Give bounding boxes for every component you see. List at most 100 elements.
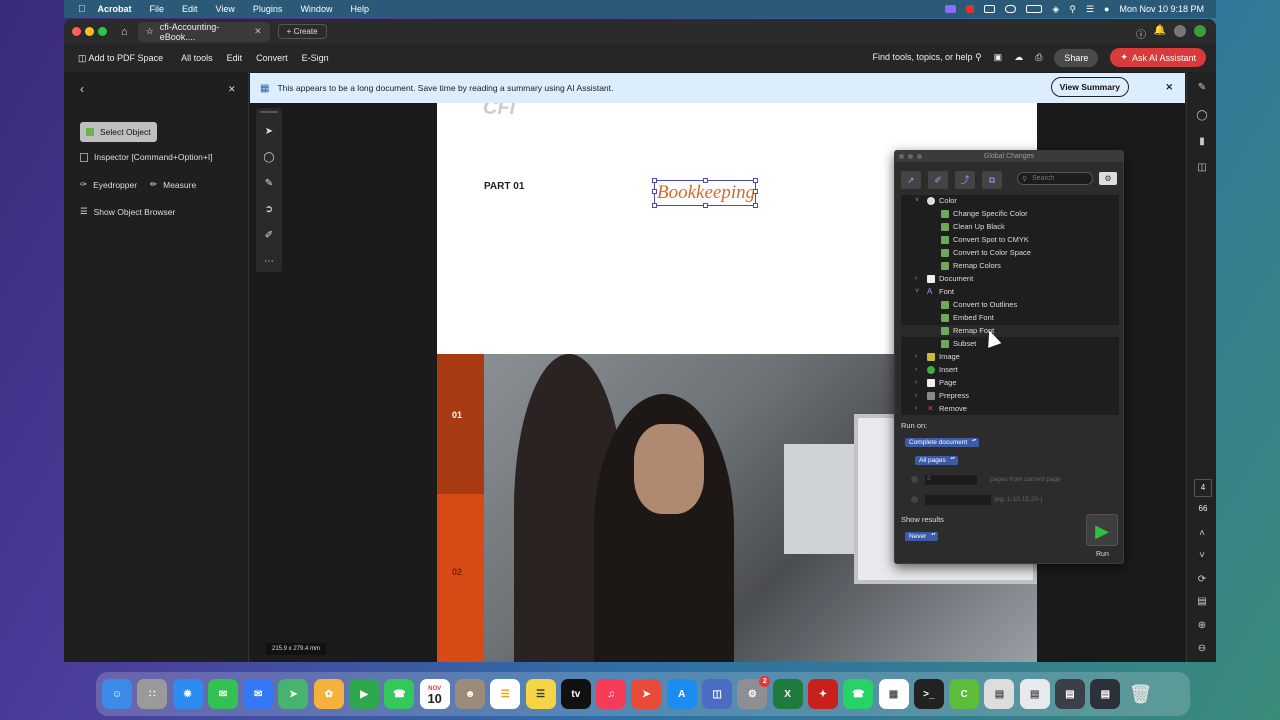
green-app-icon[interactable]: C xyxy=(949,679,980,709)
facetime-icon[interactable]: ▶ xyxy=(349,679,380,709)
page-up-chevron-icon[interactable]: ˄ xyxy=(1195,527,1209,541)
chevron-right-icon[interactable]: › xyxy=(915,351,923,363)
sign-icon[interactable]: ✐ xyxy=(263,230,275,242)
highlight-pen-icon[interactable]: ✎ xyxy=(263,178,275,190)
finder-icon[interactable]: ☺ xyxy=(102,679,132,709)
photos-icon[interactable]: ✿ xyxy=(313,679,344,709)
find-tools-search[interactable]: Find tools, topics, or help ⚲ xyxy=(873,52,982,63)
esign-button[interactable]: E-Sign xyxy=(302,53,329,63)
numbers-icon[interactable]: ▦ xyxy=(878,679,909,709)
trash-icon[interactable]: 🗑 xyxy=(1126,679,1156,709)
downloads-folder-icon[interactable]: ▤ xyxy=(1019,679,1050,709)
selection-handle[interactable] xyxy=(652,203,657,208)
tree-category-document[interactable]: › Document xyxy=(915,273,973,285)
save-icon[interactable]: ▣ xyxy=(994,52,1003,63)
select-arrow-icon[interactable]: ➤ xyxy=(263,126,275,138)
page-down-chevron-icon[interactable]: ˅ xyxy=(1195,549,1209,563)
bookkeeping-title[interactable]: Bookkeeping xyxy=(657,182,755,204)
screen-record-icon[interactable] xyxy=(945,5,957,13)
star-icon[interactable]: ☆ xyxy=(146,26,154,37)
pages-icon[interactable]: ◫ xyxy=(1195,161,1209,175)
ask-ai-assistant-button[interactable]: ✦ Ask AI Assistant xyxy=(1110,48,1206,67)
more-tools-icon[interactable]: ⋯ xyxy=(263,256,275,268)
apple-icon[interactable]:  xyxy=(78,4,86,15)
selection-handle[interactable] xyxy=(753,203,758,208)
rocket-app-icon[interactable]: ➤ xyxy=(631,679,662,709)
menubar-clock[interactable]: Mon Nov 10 9:18 PM xyxy=(1119,4,1204,14)
minimize-window-button[interactable] xyxy=(85,27,94,36)
zoom-window-button[interactable] xyxy=(98,27,107,36)
sync-status-icon[interactable] xyxy=(1194,25,1206,37)
menu-app-name[interactable]: Acrobat xyxy=(98,4,132,14)
add-to-pdf-space-button[interactable]: ◫ Add to PDF Space xyxy=(78,53,163,64)
page-range-input[interactable] xyxy=(925,495,991,505)
siri-icon[interactable]: ● xyxy=(1104,4,1109,14)
tree-item-subset[interactable]: Subset xyxy=(941,338,976,350)
close-panel-icon[interactable]: ✕ xyxy=(228,84,236,95)
bluetooth-file-icon[interactable]: ◫ xyxy=(702,679,733,709)
toolbar-grip[interactable] xyxy=(260,111,278,113)
menu-window[interactable]: Window xyxy=(300,4,332,14)
fixup-curve-icon[interactable]: ⤴ xyxy=(955,171,975,189)
messages-icon[interactable]: ✉ xyxy=(207,679,238,709)
tree-category-prepress[interactable]: › Prepress xyxy=(915,390,969,402)
avatar[interactable] xyxy=(1174,25,1186,37)
tree-item-clean-up-black[interactable]: Clean Up Black xyxy=(941,221,1005,233)
chevron-right-icon[interactable]: › xyxy=(915,273,923,285)
whatsapp-icon[interactable]: ☎ xyxy=(843,679,874,709)
spotlight-search-icon[interactable]: ⚲ xyxy=(1069,4,1076,15)
selection-handle[interactable] xyxy=(652,189,657,194)
safari-icon[interactable]: ✹ xyxy=(172,679,203,709)
fixup-wand-icon[interactable]: ➚ xyxy=(901,171,921,189)
help-icon[interactable]: ⓘ xyxy=(1136,26,1146,41)
add-comment-icon[interactable]: ◯ xyxy=(263,152,275,164)
all-tools-button[interactable]: All tools xyxy=(181,53,213,63)
contacts-icon[interactable]: ☻ xyxy=(454,679,485,709)
cloud-icon[interactable] xyxy=(984,5,996,13)
tree-item-remap-colors[interactable]: Remap Colors xyxy=(941,260,1001,272)
show-results-select[interactable]: Never xyxy=(905,532,939,541)
tree-category-insert[interactable]: › Insert xyxy=(915,364,958,376)
tree-category-image[interactable]: › Image xyxy=(915,351,960,363)
menu-edit[interactable]: Edit xyxy=(182,4,198,14)
rotate-icon[interactable]: ⟳ xyxy=(1195,573,1209,587)
screenshot-stack-icon[interactable]: ▤ xyxy=(1055,679,1086,709)
edit-button[interactable]: Edit xyxy=(227,53,243,63)
select-object-button[interactable]: Select Object xyxy=(80,122,157,142)
zoom-in-icon[interactable]: ⊕ xyxy=(1195,619,1209,633)
terminal-icon[interactable]: >_ xyxy=(913,679,944,709)
fixup-search-input[interactable]: ⚲ Search xyxy=(1017,172,1093,185)
tree-item-embed-font[interactable]: Embed Font xyxy=(941,312,994,324)
selection-handle[interactable] xyxy=(753,189,758,194)
mail-icon[interactable]: ✉ xyxy=(243,679,274,709)
tree-category-page[interactable]: › Page xyxy=(915,377,957,389)
pages-select[interactable]: All pages xyxy=(915,456,958,465)
chevron-right-icon[interactable]: › xyxy=(915,403,923,415)
chevron-right-icon[interactable]: › xyxy=(915,390,923,402)
notifications-icon[interactable]: 🔔 xyxy=(1154,25,1166,36)
pages-from-current-radio[interactable] xyxy=(911,476,918,483)
calendar-icon[interactable]: NOV 10 xyxy=(419,679,450,709)
tree-item-change-specific-color[interactable]: Change Specific Color xyxy=(941,208,1028,220)
close-tab-icon[interactable]: ✕ xyxy=(254,26,262,37)
close-dialog-button[interactable] xyxy=(899,154,904,159)
zoom-dialog-button[interactable] xyxy=(917,154,922,159)
page-range-radio[interactable] xyxy=(911,496,918,503)
inspector-button[interactable]: Inspector [Command+Option+I] xyxy=(80,152,213,162)
current-page-field[interactable]: 4 xyxy=(1194,479,1212,497)
minimize-dialog-button[interactable] xyxy=(908,154,913,159)
battery-icon[interactable] xyxy=(1026,5,1043,13)
menu-file[interactable]: File xyxy=(150,4,165,14)
ai-chat-icon[interactable]: ✎ xyxy=(1195,81,1209,95)
draw-lasso-icon[interactable]: ➲ xyxy=(263,204,275,216)
chevron-right-icon[interactable]: › xyxy=(915,377,923,389)
selection-handle[interactable] xyxy=(703,203,708,208)
chevron-right-icon[interactable]: › xyxy=(915,364,923,376)
fixup-edit-icon[interactable]: ✐ xyxy=(928,171,948,189)
link-icon[interactable] xyxy=(1005,5,1017,13)
comment-icon[interactable]: ◯ xyxy=(1195,109,1209,123)
acrobat-icon[interactable]: ✦ xyxy=(807,679,838,709)
notes-icon[interactable]: ☰ xyxy=(525,679,556,709)
close-banner-icon[interactable]: ✕ xyxy=(1165,82,1173,93)
chevron-down-icon[interactable]: ˅ xyxy=(915,195,923,207)
